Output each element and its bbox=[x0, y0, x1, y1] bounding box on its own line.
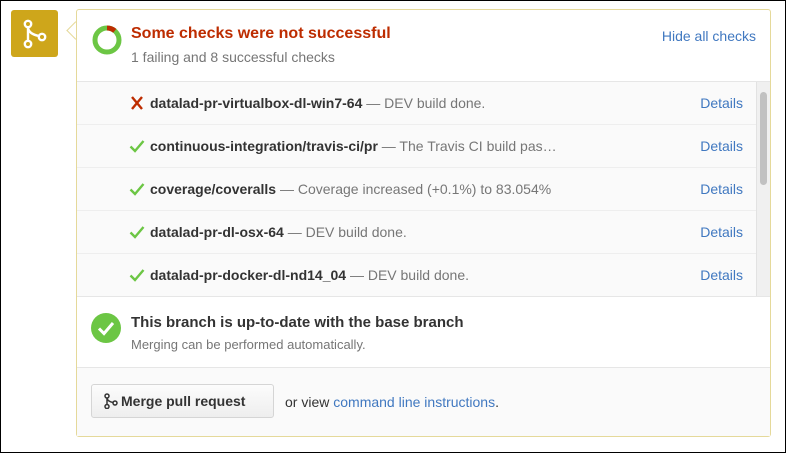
hide-all-checks-link[interactable]: Hide all checks bbox=[662, 28, 756, 44]
check-circle-icon bbox=[91, 313, 121, 343]
check-name: coverage/coveralls bbox=[150, 181, 277, 197]
git-branch-badge bbox=[11, 10, 58, 57]
check-text: datalad-pr-dl-osx-64 — DEV build done. bbox=[150, 224, 407, 240]
merge-action-area: Merge pull request or view command line … bbox=[77, 368, 770, 436]
checks-progress-ring-icon bbox=[92, 25, 122, 55]
x-icon bbox=[131, 96, 143, 110]
check-name: datalad-pr-virtualbox-dl-win7-64 bbox=[150, 95, 363, 111]
or-view-text: or view bbox=[285, 394, 330, 410]
check-description: — Coverage increased (+0.1%) to 83.054% bbox=[279, 181, 552, 197]
check-name: continuous-integration/travis-ci/pr bbox=[150, 138, 378, 154]
check-row: datalad-pr-virtualbox-dl-win7-64 — DEV b… bbox=[77, 82, 757, 125]
check-icon bbox=[129, 140, 145, 153]
merge-pull-request-button[interactable]: Merge pull request bbox=[91, 384, 274, 418]
checks-list[interactable]: datalad-pr-virtualbox-dl-win7-64 — DEV b… bbox=[77, 82, 770, 297]
check-icon bbox=[129, 269, 145, 282]
check-description: — The Travis CI build pas… bbox=[381, 138, 557, 154]
check-name: datalad-pr-dl-osx-64 bbox=[150, 224, 284, 240]
check-row: datalad-pr-dl-osx-64 — DEV build done. D… bbox=[77, 211, 757, 254]
merge-alternative-text: or view command line instructions. bbox=[285, 394, 499, 410]
merge-button-label: Merge pull request bbox=[121, 393, 246, 409]
check-text: coverage/coveralls — Coverage increased … bbox=[150, 181, 551, 197]
check-text: datalad-pr-virtualbox-dl-win7-64 — DEV b… bbox=[150, 95, 485, 111]
check-row: datalad-pr-docker-dl-nd14_04 — DEV build… bbox=[77, 254, 757, 296]
check-description: — DEV build done. bbox=[366, 95, 486, 111]
check-details-link[interactable]: Details bbox=[700, 181, 743, 197]
check-description: — DEV build done. bbox=[349, 267, 470, 283]
check-details-link[interactable]: Details bbox=[700, 267, 743, 283]
check-description: — DEV build done. bbox=[287, 224, 407, 240]
branch-status-section: This branch is up-to-date with the base … bbox=[77, 297, 770, 368]
check-details-link[interactable]: Details bbox=[700, 138, 743, 154]
check-details-link[interactable]: Details bbox=[700, 95, 743, 111]
checks-status-subtitle: 1 failing and 8 successful checks bbox=[131, 49, 335, 65]
check-text: datalad-pr-docker-dl-nd14_04 — DEV build… bbox=[150, 267, 469, 283]
checks-status-header: Some checks were not successful 1 failin… bbox=[77, 10, 770, 82]
checks-status-title: Some checks were not successful bbox=[131, 25, 391, 42]
merge-status-panel: Some checks were not successful 1 failin… bbox=[76, 9, 771, 437]
period-text: . bbox=[495, 394, 499, 410]
check-icon bbox=[129, 226, 145, 239]
checks-scrollbar[interactable] bbox=[756, 82, 770, 296]
scrollbar-thumb[interactable] bbox=[760, 92, 767, 185]
check-name: datalad-pr-docker-dl-nd14_04 bbox=[150, 267, 347, 283]
check-text: continuous-integration/travis-ci/pr — Th… bbox=[150, 138, 557, 154]
check-icon bbox=[129, 183, 145, 196]
check-details-link[interactable]: Details bbox=[700, 224, 743, 240]
check-row: continuous-integration/travis-ci/pr — Th… bbox=[77, 125, 757, 168]
branch-status-title: This branch is up-to-date with the base … bbox=[131, 314, 464, 331]
branch-status-subtitle: Merging can be performed automatically. bbox=[131, 337, 366, 352]
check-row: coverage/coveralls — Coverage increased … bbox=[77, 168, 757, 211]
git-merge-icon bbox=[23, 19, 46, 48]
command-line-instructions-link[interactable]: command line instructions bbox=[333, 394, 495, 410]
git-merge-icon bbox=[104, 393, 118, 409]
